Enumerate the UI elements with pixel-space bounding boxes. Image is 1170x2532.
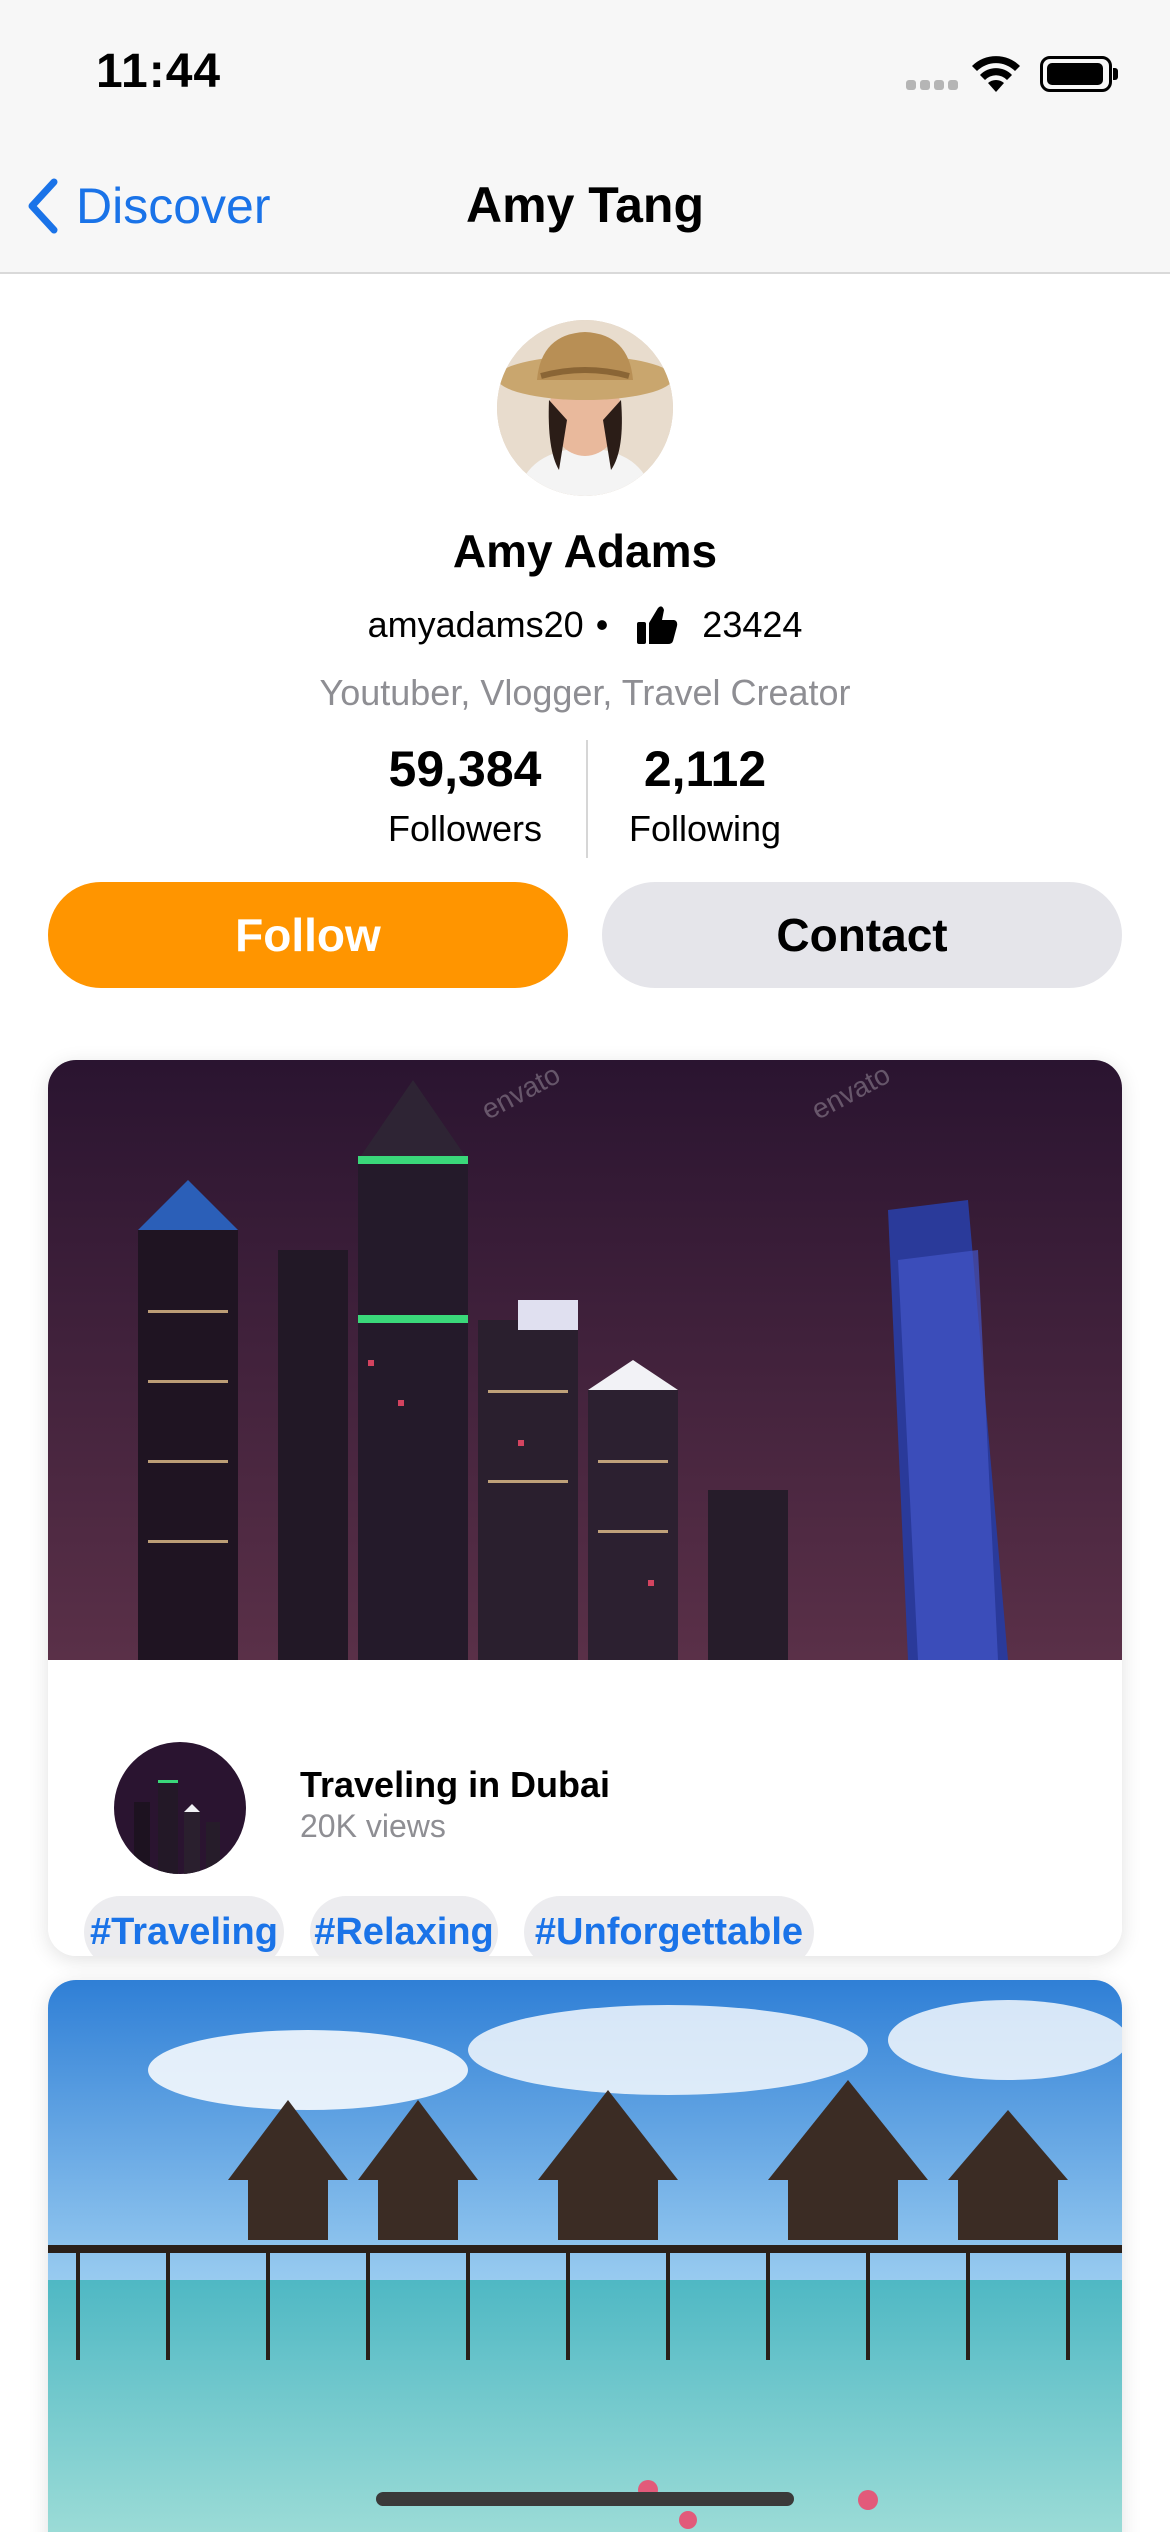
profile-screen: 11:44 Discover Amy Tang Amy Adams amyada… — [0, 0, 1170, 2532]
post-image-dubai: envato envato envato — [48, 1060, 1122, 1660]
following-count: 2,112 — [643, 741, 767, 797]
status-time: 11:44 — [96, 45, 222, 98]
profile-name: Amy Adams — [452, 525, 718, 577]
thumbs-up-icon — [637, 606, 678, 644]
battery-icon — [1040, 56, 1118, 92]
avatar-image — [497, 320, 673, 496]
followers-count: 59,384 — [388, 741, 542, 797]
follow-button[interactable]: Follow — [48, 882, 568, 988]
wifi-icon — [972, 56, 1020, 92]
followers-label: Followers — [387, 808, 543, 849]
cellular-signal-icon — [906, 80, 960, 92]
post-views: 20K views — [300, 1808, 446, 1844]
stats-divider — [586, 740, 588, 858]
page-title: Amy Tang — [466, 177, 704, 233]
home-indicator[interactable] — [376, 2492, 794, 2506]
likes-count: 23424 — [702, 604, 803, 645]
post-footer: Traveling in Dubai 20K views #Traveling … — [48, 1660, 1122, 1956]
meta-separator: • — [595, 604, 609, 645]
tag-relaxing[interactable]: #Relaxing — [310, 1896, 498, 1956]
post-card[interactable]: envato envato envato Traveling in Dubai … — [48, 1060, 1122, 1956]
following-label: Following — [628, 808, 782, 849]
tag-traveling[interactable]: #Traveling — [84, 1896, 284, 1956]
following-stat[interactable]: 2,112 Following — [590, 740, 820, 850]
tag-unforgettable[interactable]: #Unforgettable — [524, 1896, 814, 1956]
post-thumbnail — [114, 1742, 246, 1874]
navigation-header: 11:44 Discover Amy Tang — [0, 0, 1170, 274]
profile-bio: Youtuber, Vlogger, Travel Creator — [319, 672, 851, 713]
avatar[interactable] — [497, 320, 673, 496]
contact-button[interactable]: Contact — [602, 882, 1122, 988]
post-tags: #Traveling #Relaxing #Unforgettable — [84, 1896, 814, 1956]
followers-stat[interactable]: 59,384 Followers — [350, 740, 580, 850]
post-image-water-villas — [48, 1980, 1122, 2532]
post-title: Traveling in Dubai — [300, 1764, 611, 1805]
username: amyadams20 — [367, 604, 584, 645]
profile-meta: amyadams20 • 23424 — [0, 602, 1170, 648]
profile-stats: 59,384 Followers 2,112 Following — [350, 740, 820, 858]
post-card[interactable] — [48, 1980, 1122, 2532]
